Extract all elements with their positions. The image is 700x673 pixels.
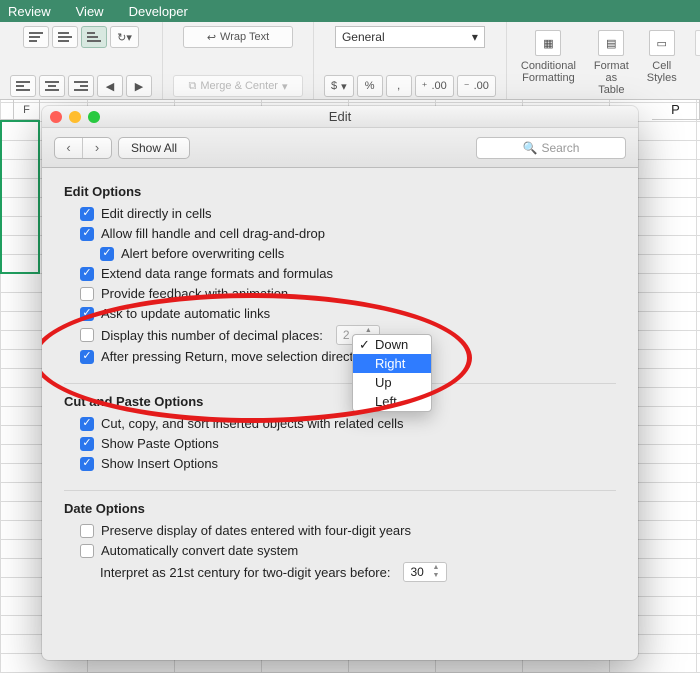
ribbon-tabs: Review View Developer — [0, 0, 700, 22]
tab-review[interactable]: Review — [8, 4, 51, 19]
lbl-fill-handle: Allow fill handle and cell drag-and-drop — [101, 225, 325, 242]
cut-paste-header: Cut and Paste Options — [64, 394, 616, 409]
dd-option-right[interactable]: Right — [353, 354, 431, 373]
tab-view[interactable]: View — [76, 4, 104, 19]
separator — [64, 490, 616, 491]
close-icon[interactable] — [50, 111, 62, 123]
lbl-extend-fmt: Extend data range formats and formulas — [101, 265, 333, 282]
tab-developer[interactable]: Developer — [129, 4, 188, 19]
increase-indent-button[interactable]: ▶ — [126, 75, 152, 97]
lbl-cut-copy: Cut, copy, and sort inserted objects wit… — [101, 415, 404, 432]
ribbon: ↻▾ ◀ ▶ ↩ Wrap Text ⧉ Merge & Center ▾ Ge… — [0, 22, 700, 100]
window-title: Edit — [329, 109, 351, 124]
date-options-section: Date Options Preserve display of dates e… — [64, 501, 616, 582]
cut-paste-section: Cut and Paste Options Cut, copy, and sor… — [64, 394, 616, 472]
wrap-text-button[interactable]: ↩ Wrap Text — [183, 26, 293, 48]
wrap-merge-group: ↩ Wrap Text ⧉ Merge & Center ▾ — [163, 22, 314, 99]
century-stepper[interactable]: 30▲▼ — [403, 562, 447, 582]
styles-group: ▦Conditional Formatting ▤Format as Table… — [507, 22, 700, 99]
lbl-show-paste: Show Paste Options — [101, 435, 219, 452]
separator — [64, 383, 616, 384]
chk-feedback-anim[interactable] — [80, 287, 94, 301]
minimize-icon[interactable] — [69, 111, 81, 123]
lbl-century: Interpret as 21st century for two-digit … — [100, 564, 390, 581]
show-all-button[interactable]: Show All — [118, 137, 190, 159]
dd-option-up[interactable]: Up — [353, 373, 431, 392]
preferences-window: Edit ‹ › Show All 🔍 Search Edit Options … — [42, 106, 638, 660]
search-icon: 🔍 — [523, 141, 538, 155]
pref-toolbar: ‹ › Show All 🔍 Search — [42, 128, 638, 168]
align-right-button[interactable] — [68, 75, 94, 97]
increase-decimal-button[interactable]: ⁺.00 — [415, 75, 454, 97]
col-p[interactable]: P — [652, 100, 700, 120]
forward-button[interactable]: › — [83, 138, 111, 158]
cell-styles-button[interactable]: ▭Cell Styles — [643, 28, 681, 86]
chk-show-paste[interactable] — [80, 437, 94, 451]
comma-button[interactable]: , — [386, 75, 412, 97]
chk-show-insert[interactable] — [80, 457, 94, 471]
lbl-preserve-dates: Preserve display of dates entered with f… — [101, 522, 411, 539]
orientation-button[interactable]: ↻▾ — [110, 26, 139, 48]
percent-button[interactable]: % — [357, 75, 383, 97]
chk-alert-overwrite[interactable] — [100, 247, 114, 261]
lbl-dec-places: Display this number of decimal places: — [101, 327, 323, 344]
lbl-after-return: After pressing Return, move selection di… — [101, 348, 374, 365]
align-center-button[interactable] — [39, 75, 65, 97]
chk-cut-copy[interactable] — [80, 417, 94, 431]
lbl-alert-overwrite: Alert before overwriting cells — [121, 245, 284, 262]
chk-edit-directly[interactable] — [80, 207, 94, 221]
date-options-header: Date Options — [64, 501, 616, 516]
merge-center-button[interactable]: ⧉ Merge & Center ▾ — [173, 75, 303, 97]
dd-option-left[interactable]: Left — [353, 392, 431, 411]
number-format-combo[interactable]: General▾ — [335, 26, 485, 48]
decrease-indent-button[interactable]: ◀ — [97, 75, 123, 97]
nav-segment: ‹ › — [54, 137, 112, 159]
chk-fill-handle[interactable] — [80, 227, 94, 241]
align-bottom-button[interactable] — [81, 26, 107, 48]
lbl-auto-convert: Automatically convert date system — [101, 542, 298, 559]
align-group: ↻▾ ◀ ▶ — [0, 22, 163, 99]
lbl-show-insert: Show Insert Options — [101, 455, 218, 472]
align-left-button[interactable] — [10, 75, 36, 97]
lbl-feedback-anim: Provide feedback with animation — [101, 285, 288, 302]
chk-dec-places[interactable] — [80, 328, 94, 342]
col-f[interactable]: F — [14, 100, 40, 120]
insert-button[interactable]: ⊞Ins — [691, 28, 700, 74]
selection-outline — [0, 120, 40, 274]
align-middle-button[interactable] — [52, 26, 78, 48]
chk-preserve-dates[interactable] — [80, 524, 94, 538]
chk-extend-fmt[interactable] — [80, 267, 94, 281]
format-as-table-button[interactable]: ▤Format as Table — [590, 28, 633, 98]
edit-options-header: Edit Options — [64, 184, 616, 199]
lbl-edit-directly: Edit directly in cells — [101, 205, 212, 222]
titlebar[interactable]: Edit — [42, 106, 638, 128]
currency-button[interactable]: $ ▾ — [324, 75, 354, 97]
align-top-button[interactable] — [23, 26, 49, 48]
chk-auto-links[interactable] — [80, 307, 94, 321]
number-group: General▾ $ ▾ % , ⁺.00 ⁻.00 — [314, 22, 507, 99]
search-field[interactable]: 🔍 Search — [476, 137, 626, 159]
conditional-formatting-button[interactable]: ▦Conditional Formatting — [517, 28, 580, 86]
zoom-icon[interactable] — [88, 111, 100, 123]
back-button[interactable]: ‹ — [55, 138, 83, 158]
lbl-auto-links: Ask to update automatic links — [101, 305, 270, 322]
decrease-decimal-button[interactable]: ⁻.00 — [457, 75, 496, 97]
pref-body: Edit Options Edit directly in cells Allo… — [42, 168, 638, 660]
edit-options-section: Edit Options Edit directly in cells Allo… — [64, 184, 616, 365]
direction-dropdown[interactable]: Down Right Up Left — [352, 334, 432, 412]
chk-auto-convert[interactable] — [80, 544, 94, 558]
chk-after-return[interactable] — [80, 350, 94, 364]
dd-option-down[interactable]: Down — [353, 335, 431, 354]
